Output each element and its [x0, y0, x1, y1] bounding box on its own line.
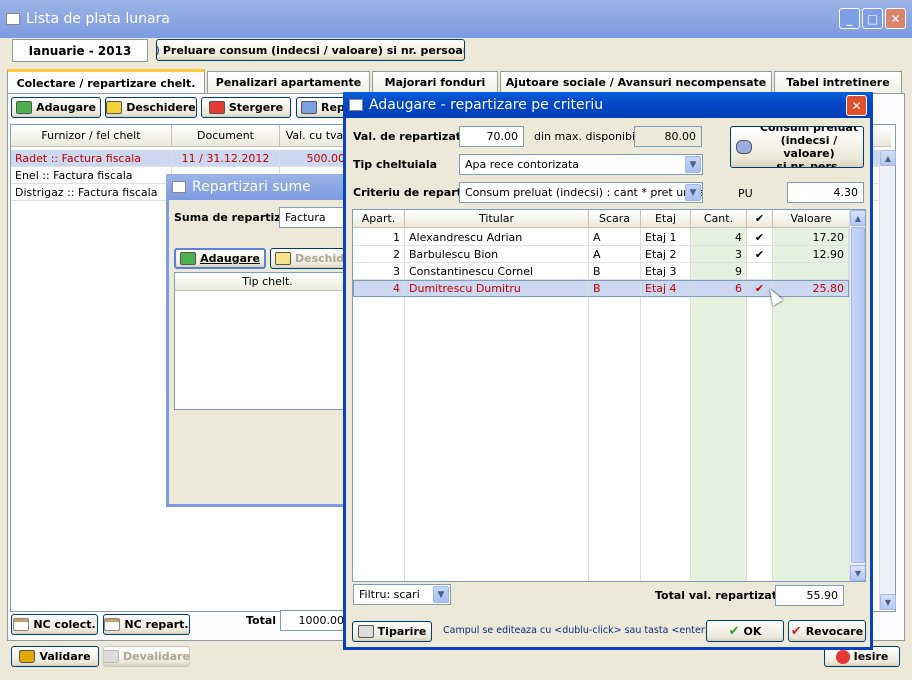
col-document[interactable]: Document — [172, 125, 280, 146]
minimize-button[interactable]: _ — [839, 8, 860, 29]
nc-colect-button[interactable]: NC colect. — [11, 614, 98, 635]
sums-open-button[interactable]: Deschide — [270, 248, 354, 269]
cancel-check-icon: ✔ — [790, 623, 802, 639]
sums-dialog-titlebar: Repartizari sume — [166, 174, 354, 200]
folder-delete-icon — [208, 101, 225, 114]
scroll-down-icon[interactable]: ▼ — [880, 594, 896, 610]
col-check[interactable]: ✔ — [747, 210, 773, 227]
table-row[interactable]: 1 Alexandrescu Adrian A Etaj 1 4 ✔ 17.20 — [353, 229, 849, 246]
lock-disabled-icon — [104, 650, 120, 663]
apartments-grid: Apart. Titular Scara Etaj Cant. ✔ Valoar… — [352, 209, 866, 582]
col-titular[interactable]: Titular — [405, 210, 589, 227]
lock-icon — [19, 650, 36, 663]
validate-button[interactable]: Validare — [11, 646, 99, 667]
folder-add-icon — [180, 252, 197, 265]
devalidate-button[interactable]: Devalidare — [103, 646, 190, 667]
col-valoare[interactable]: Valoare — [773, 210, 849, 227]
repartize-icon — [301, 101, 317, 114]
tab-majorari[interactable]: Majorari fonduri — [372, 71, 498, 93]
sums-add-button[interactable]: Adaugare — [174, 248, 266, 269]
total-label: Total — [246, 614, 277, 627]
pu-label: PU — [738, 187, 753, 200]
add-button[interactable]: Adaugare — [11, 97, 101, 118]
scroll-up-icon[interactable]: ▲ — [850, 210, 865, 226]
chevron-down-icon[interactable]: ▼ — [433, 586, 449, 603]
print-button[interactable]: Tiparire — [352, 621, 432, 642]
tab-penalizari[interactable]: Penalizari apartamente — [207, 71, 370, 93]
folder-add-icon — [16, 101, 33, 114]
sums-grid-header: Tip chelt. — [175, 273, 360, 291]
sums-grid: Tip chelt. — [174, 272, 360, 410]
users-icon — [736, 140, 752, 154]
total-repartizat-label: Total val. repartizata — [655, 589, 785, 602]
val-field[interactable]: 70.00 — [459, 126, 524, 147]
tab-ajutoare[interactable]: Ajutoare sociale / Avansuri necompensate — [500, 71, 772, 93]
total-repartizat-field: 55.90 — [775, 585, 844, 606]
chevron-down-icon[interactable]: ▼ — [685, 156, 701, 173]
check-icon[interactable]: ✔ — [747, 229, 773, 245]
col-etaj[interactable]: Etaj — [641, 210, 691, 227]
dialog-icon — [349, 99, 363, 111]
tip-label: Tip cheltuiala — [353, 158, 438, 171]
tip-select[interactable]: Apa rece contorizata ▼ — [459, 154, 703, 175]
open-button[interactable]: Deschidere — [105, 97, 197, 118]
ok-button[interactable]: ✔ OK — [706, 620, 784, 642]
close-button[interactable]: ✕ — [885, 8, 906, 29]
val-label: Val. de repartizat — [353, 130, 461, 143]
app-icon — [6, 13, 20, 25]
col-apart[interactable]: Apart. — [353, 210, 405, 227]
consum-preluat-button[interactable]: Consum preluat (indecsi / valoare) si nr… — [730, 126, 864, 168]
crit-label: Criteriu de repart. — [353, 186, 467, 199]
scroll-thumb[interactable] — [851, 227, 865, 563]
clipboard-icon — [13, 618, 30, 631]
col-valoare[interactable]: Val. cu tva — [280, 125, 350, 146]
main-titlebar: Lista de plata lunara _ □ ✕ — [0, 0, 912, 38]
criteria-dialog-titlebar: Adaugare - repartizare pe criteriu ✕ — [343, 92, 873, 118]
table-row[interactable]: 3 Constantinescu Cornel B Etaj 3 9 — [353, 263, 849, 280]
clipboard-icon — [104, 618, 121, 631]
tab-colectare[interactable]: Colectare / repartizare chelt. — [7, 69, 205, 94]
check-icon[interactable] — [747, 263, 773, 279]
main-title: Lista de plata lunara — [26, 11, 170, 27]
col-tip-chelt[interactable]: Tip chelt. — [175, 273, 360, 290]
scroll-up-icon[interactable]: ▲ — [880, 150, 896, 166]
crit-select[interactable]: Consum preluat (indecsi) : cant * pret u… — [459, 182, 703, 203]
sums-dialog: Repartizari sume Suma de repartizat Fact… — [166, 174, 360, 507]
delete-button[interactable]: Stergere — [201, 97, 291, 118]
nc-repart-button[interactable]: NC repart. — [103, 614, 190, 635]
col-furnizor[interactable]: Furnizor / fel chelt — [11, 125, 172, 146]
printer-icon — [357, 625, 374, 638]
month-field[interactable]: Ianuarie - 2013 — [12, 39, 148, 62]
scroll-down-icon[interactable]: ▼ — [850, 565, 865, 581]
hint-text: Campul se editeaza cu <dublu-click> sau … — [443, 625, 713, 636]
filter-select[interactable]: Filtru: scari ▼ — [353, 584, 451, 605]
dialog-close-button[interactable]: ✕ — [846, 95, 867, 116]
dialog-icon — [172, 181, 186, 193]
exit-icon — [835, 649, 850, 664]
folder-open-icon — [106, 101, 123, 114]
expense-grid-scrollbar[interactable]: ▲ ▼ — [879, 150, 896, 610]
apartments-grid-header: Apart. Titular Scara Etaj Cant. ✔ Valoar… — [353, 210, 849, 228]
cancel-button[interactable]: ✔ Revocare — [788, 620, 866, 642]
chevron-down-icon[interactable]: ▼ — [685, 184, 701, 201]
criteria-dialog: Adaugare - repartizare pe criteriu ✕ Val… — [343, 92, 873, 650]
maximize-button[interactable]: □ — [862, 8, 883, 29]
import-consumption-button[interactable]: Preluare consum (indecsi / valoare) si n… — [156, 39, 465, 61]
sum-label: Suma de repartizat — [174, 211, 294, 224]
folder-open-icon — [275, 252, 291, 265]
col-scara[interactable]: Scara — [589, 210, 641, 227]
max-field: 80.00 — [634, 126, 702, 147]
table-row[interactable]: 2 Barbulescu Bion A Etaj 2 3 ✔ 12.90 — [353, 246, 849, 263]
pu-field[interactable]: 4.30 — [787, 182, 864, 203]
tab-tabel[interactable]: Tabel intretinere — [774, 71, 902, 93]
check-icon: ✔ — [728, 623, 740, 639]
max-label: din max. disponibil — [534, 130, 639, 143]
total-value: 1000.00 — [280, 610, 350, 631]
col-cant[interactable]: Cant. — [691, 210, 747, 227]
users-icon — [157, 43, 159, 57]
check-icon[interactable]: ✔ — [747, 246, 773, 262]
apartments-grid-scrollbar[interactable]: ▲ ▼ — [849, 210, 865, 581]
